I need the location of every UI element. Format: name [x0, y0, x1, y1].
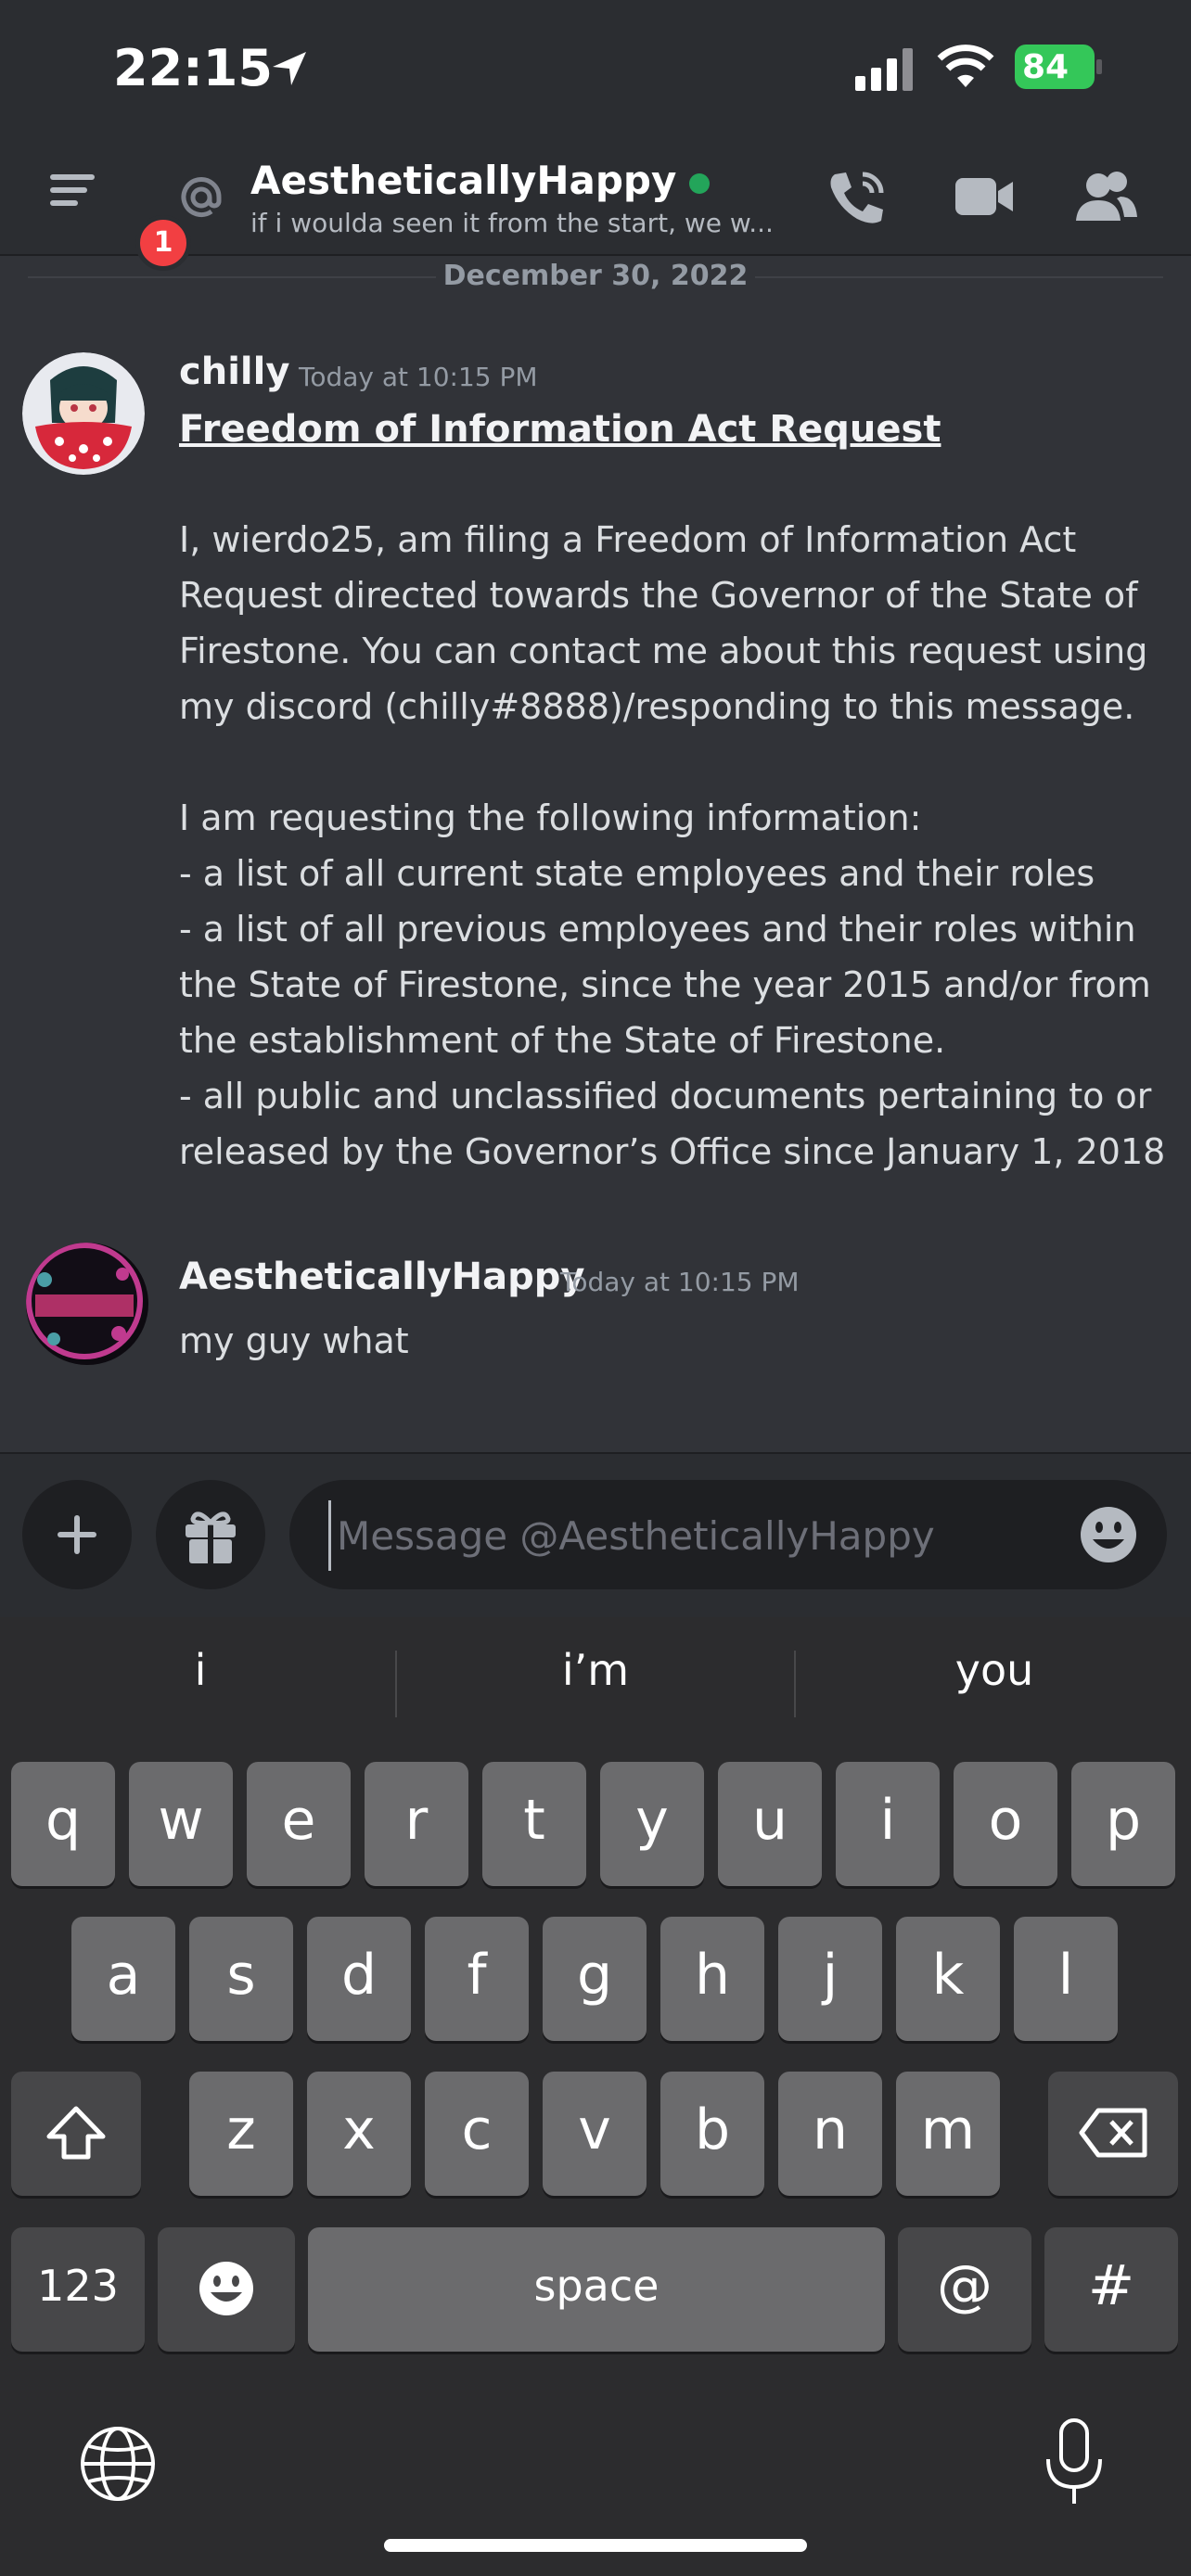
message-line: - a list of all current state employees … [179, 853, 1095, 894]
emoji-button[interactable] [1078, 1504, 1139, 1565]
emoji-smile-icon [1081, 1507, 1136, 1562]
message-line: my guy what [179, 1320, 409, 1361]
message-line: I, wierdo25, am filing a Freedom of Info… [179, 519, 1077, 560]
message-author[interactable]: AestheticallyHappy [179, 1256, 584, 1298]
gift-icon [186, 1511, 236, 1563]
message-line: Request directed towards the Governor of… [179, 575, 1138, 616]
key-m[interactable]: m [896, 2072, 1000, 2196]
key-n[interactable]: n [778, 2072, 882, 2196]
clock: 22:15 [113, 39, 273, 97]
message-line: Firestone. You can contact me about this… [179, 631, 1148, 671]
key-d[interactable]: d [307, 1917, 411, 2041]
message-input-container [289, 1480, 1167, 1589]
key-o[interactable]: o [954, 1762, 1057, 1886]
key-h[interactable]: h [660, 1917, 764, 2041]
microphone-icon [1046, 2418, 1102, 2504]
key-f[interactable]: f [425, 1917, 529, 2041]
message-line: the establishment of the State of Firest… [179, 1020, 946, 1061]
members-button[interactable] [1074, 169, 1145, 228]
message-line: my discord (chilly#8888)/responding to t… [179, 686, 1135, 727]
key-r[interactable]: r [365, 1762, 468, 1886]
message-line: the State of Firestone, since the year 2… [179, 964, 1151, 1005]
key-e[interactable]: e [247, 1762, 351, 1886]
avatar-chilly[interactable] [22, 352, 145, 475]
message-input[interactable] [328, 1500, 1062, 1571]
key-q[interactable]: q [11, 1762, 115, 1886]
avatar-image [26, 1243, 143, 1359]
key-p[interactable]: p [1071, 1762, 1175, 1886]
key-w[interactable]: w [129, 1762, 233, 1886]
phone-call-icon [830, 172, 884, 223]
dm-recipient-name[interactable]: AestheticallyHappy [250, 158, 711, 203]
numbers-key[interactable]: 123 [11, 2227, 145, 2352]
video-call-button[interactable] [954, 172, 1018, 228]
globe-button[interactable] [78, 2424, 158, 2504]
key-k[interactable]: k [896, 1917, 1000, 2041]
gift-button[interactable] [156, 1480, 265, 1589]
message-author[interactable]: chilly [179, 351, 289, 393]
ios-keyboard: i i’m you q w e r t y u i o p a s d f g … [0, 1617, 1191, 2576]
key-c[interactable]: c [425, 2072, 529, 2196]
message-timestamp: Today at 10:15 PM [299, 362, 538, 392]
key-g[interactable]: g [543, 1917, 647, 2041]
wifi-icon [937, 45, 994, 87]
key-y[interactable]: y [600, 1762, 704, 1886]
message-line: - a list of all previous employees and t… [179, 909, 1136, 950]
at-key[interactable]: @ [898, 2227, 1031, 2352]
key-v[interactable]: v [543, 2072, 647, 2196]
key-z[interactable]: z [189, 2072, 293, 2196]
hamburger-icon [50, 174, 95, 206]
at-icon [181, 177, 222, 217]
space-key[interactable]: space [308, 2227, 885, 2352]
key-x[interactable]: x [307, 2072, 411, 2196]
hash-key[interactable]: # [1044, 2227, 1178, 2352]
battery-icon: 84 [1015, 45, 1102, 89]
key-a[interactable]: a [71, 1917, 175, 2041]
emoji-key[interactable] [158, 2227, 295, 2352]
avatar-aestheticallyhappy[interactable] [26, 1243, 148, 1365]
date-divider: December 30, 2022 [28, 258, 1163, 295]
key-i[interactable]: i [836, 1762, 940, 1886]
plus-icon [58, 1515, 96, 1554]
shift-key[interactable] [11, 2072, 141, 2196]
backspace-icon [1079, 2108, 1147, 2158]
voice-call-button[interactable] [826, 167, 896, 232]
battery-level: 84 [1022, 48, 1069, 86]
signal-icon [855, 48, 913, 91]
message-timestamp: Today at 10:15 PM [560, 1267, 800, 1297]
status-bar: 22:15 84 [0, 0, 1191, 139]
key-j[interactable]: j [778, 1917, 882, 2041]
message-line: released by the Governor’s Office since … [179, 1131, 1166, 1172]
message-title: Freedom of Information Act Request [179, 408, 941, 451]
key-l[interactable]: l [1014, 1917, 1118, 2041]
key-b[interactable]: b [660, 2072, 764, 2196]
globe-icon [81, 2427, 155, 2501]
key-u[interactable]: u [718, 1762, 822, 1886]
suggestion-1[interactable]: i [4, 1645, 397, 1695]
key-s[interactable]: s [189, 1917, 293, 2041]
recipient-name-text: AestheticallyHappy [250, 158, 677, 203]
message-line: - all public and unclassified documents … [179, 1076, 1152, 1116]
backspace-key[interactable] [1048, 2072, 1178, 2196]
location-arrow-icon [273, 52, 306, 85]
menu-button[interactable]: 1 [46, 167, 191, 271]
home-indicator[interactable] [384, 2539, 807, 2552]
dm-header: 1 AestheticallyHappy if i woulda seen it… [0, 139, 1191, 271]
key-t[interactable]: t [482, 1762, 586, 1886]
avatar-image [22, 352, 145, 475]
suggestion-3[interactable]: you [798, 1645, 1191, 1695]
online-status-dot [689, 172, 711, 194]
shift-icon [46, 2106, 106, 2160]
members-icon [1076, 172, 1137, 221]
suggestion-2[interactable]: i’m [399, 1645, 792, 1695]
message-line: I am requesting the following informatio… [179, 797, 922, 838]
custom-status: if i woulda seen it from the start, we w… [250, 208, 774, 238]
attach-button[interactable] [22, 1480, 132, 1589]
video-camera-icon [955, 178, 1013, 215]
dictation-button[interactable] [1037, 2417, 1111, 2509]
emoji-keyboard-icon [199, 2262, 253, 2315]
